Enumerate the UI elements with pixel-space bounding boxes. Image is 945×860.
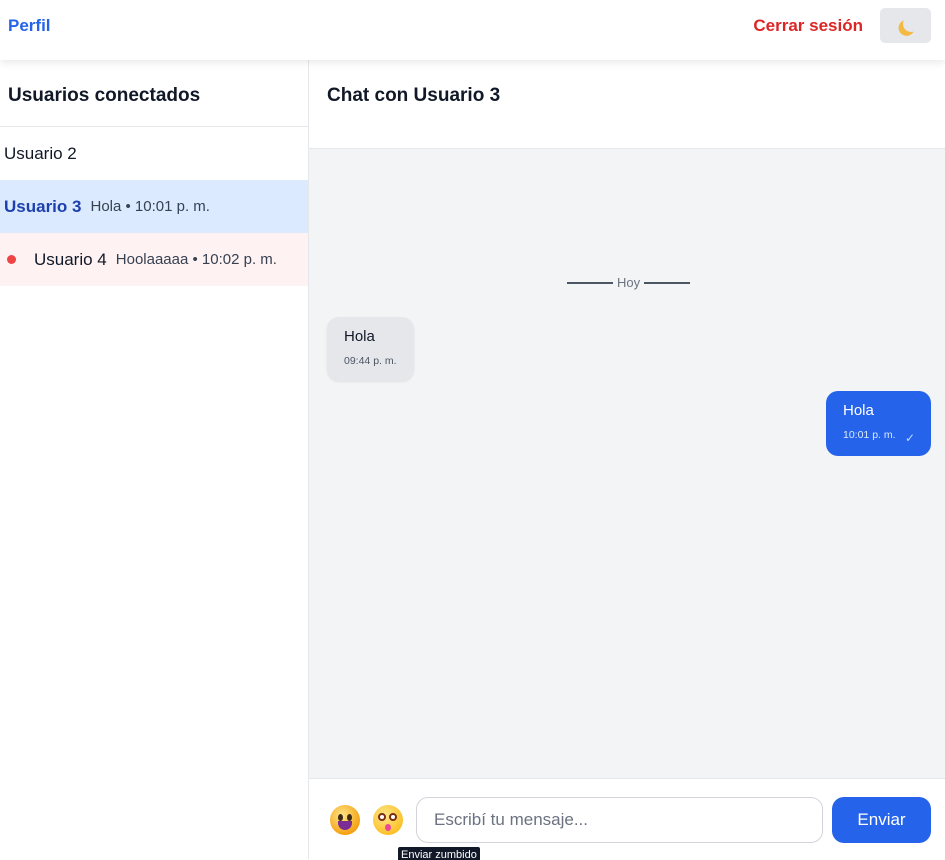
divider-line bbox=[567, 281, 613, 284]
user-item-usuario-4[interactable]: Usuario 4 Hoolaaaaa • 10:02 p. m. bbox=[0, 233, 308, 286]
message-input[interactable] bbox=[416, 797, 823, 843]
eye bbox=[389, 813, 397, 821]
incoming-message: Hola 09:44 p. m. bbox=[327, 317, 414, 381]
last-message-preview: Hoolaaaaa • 10:02 p. m. bbox=[115, 251, 277, 268]
message-composer: Enviar Enviar zumbido bbox=[309, 778, 945, 860]
chat-pane: Chat con Usuario 3 Hoy Hola 09:44 p. m. … bbox=[309, 60, 945, 860]
message-time: 10:01 p. m. bbox=[843, 429, 896, 441]
message-text: Hola bbox=[843, 402, 874, 419]
message-time: 09:44 p. m. bbox=[344, 355, 397, 367]
divider-line bbox=[644, 281, 691, 284]
logout-link[interactable]: Cerrar sesión bbox=[753, 16, 863, 36]
sidebar-title: Usuarios conectados bbox=[0, 60, 308, 127]
read-check-icon: ✓ bbox=[904, 431, 915, 445]
grinning-face-icon[interactable] bbox=[330, 805, 360, 835]
user-item-usuario-3[interactable]: Usuario 3 Hola • 10:01 p. m. bbox=[0, 180, 308, 233]
message-text: Hola bbox=[344, 328, 375, 345]
mouth bbox=[385, 824, 391, 831]
mouth bbox=[338, 821, 352, 830]
user-name: Usuario 2 bbox=[4, 143, 77, 163]
top-navbar: Perfil Cerrar sesión bbox=[0, 0, 945, 60]
buzz-tooltip: Enviar zumbido bbox=[398, 847, 480, 860]
eye bbox=[378, 813, 386, 821]
user-name: Usuario 4 bbox=[34, 249, 107, 269]
eye bbox=[347, 814, 352, 821]
moon-icon bbox=[901, 14, 920, 33]
day-separator-label: Hoy bbox=[617, 275, 641, 290]
users-sidebar: Usuarios conectados Usuario 2 Usuario 3 … bbox=[0, 60, 309, 859]
last-message-preview: Hola • 10:01 p. m. bbox=[90, 198, 210, 215]
shocked-face-icon[interactable] bbox=[373, 805, 403, 835]
outgoing-message: Hola 10:01 p. m. ✓ bbox=[826, 391, 931, 456]
user-name: Usuario 3 bbox=[4, 196, 82, 216]
user-item-usuario-2[interactable]: Usuario 2 bbox=[0, 127, 308, 180]
day-separator: Hoy bbox=[567, 275, 691, 290]
send-button[interactable]: Enviar bbox=[832, 797, 931, 843]
eye bbox=[338, 814, 343, 821]
chat-title: Chat con Usuario 3 bbox=[309, 60, 945, 149]
message-list[interactable]: Hoy Hola 09:44 p. m. Hola 10:01 p. m. ✓ bbox=[309, 149, 945, 778]
profile-link[interactable]: Perfil bbox=[8, 16, 51, 36]
theme-toggle-button[interactable] bbox=[880, 8, 931, 43]
unread-indicator-icon bbox=[7, 255, 16, 264]
